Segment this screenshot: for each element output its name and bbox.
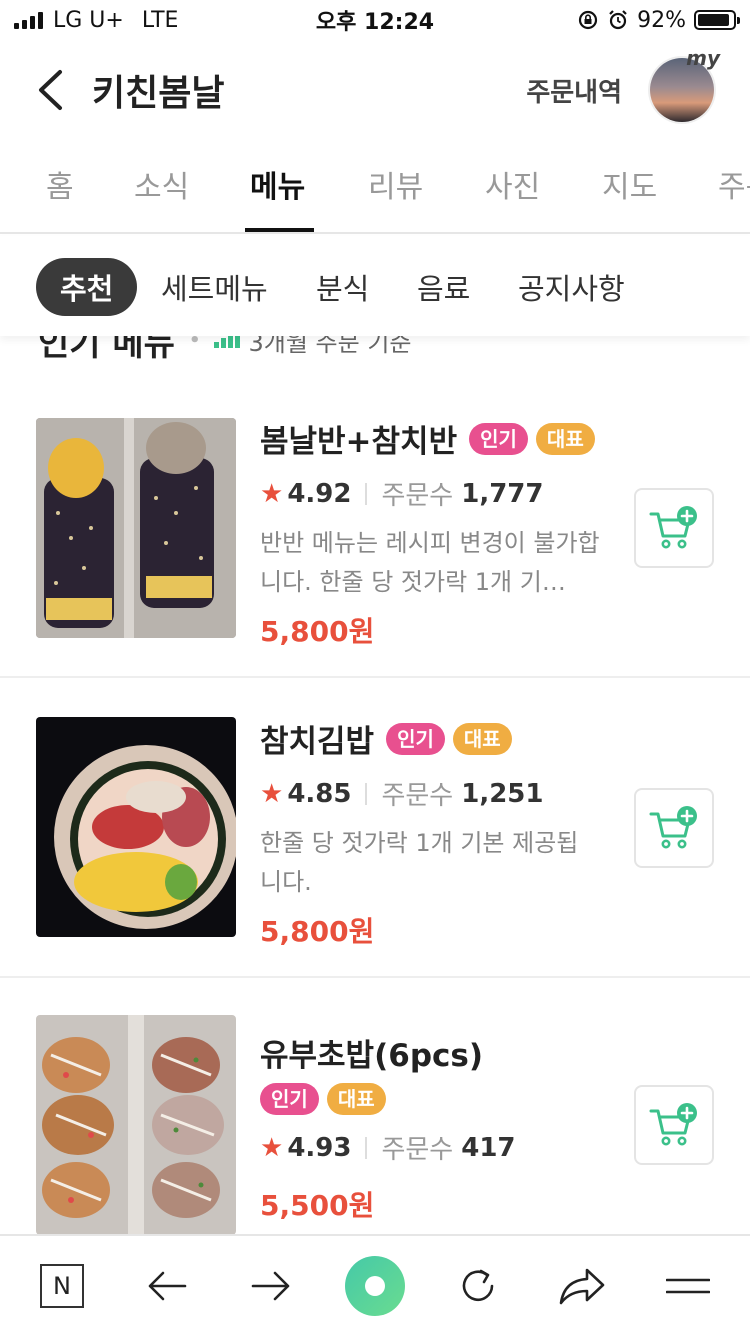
tab-map[interactable]: 지도 xyxy=(602,162,657,206)
menu-info: 유부초밥(6pcs) 인기 대표 ★ 4.93 주문수 417 5,500원 xyxy=(260,1030,600,1224)
back-button[interactable] xyxy=(36,68,66,112)
tab-home[interactable]: 홈 xyxy=(46,162,74,206)
chip-drinks[interactable]: 음료 xyxy=(417,258,470,316)
signal-icon xyxy=(14,11,43,29)
menu-icon xyxy=(666,1278,710,1294)
refresh-icon xyxy=(462,1269,494,1302)
chip-set-menu[interactable]: 세트메뉴 xyxy=(161,258,268,316)
menu-description: 반반 메뉴는 레시피 변경이 불가합니다. 한줄 당 젓가락 1개 기… xyxy=(260,529,600,596)
category-chips: 추천 세트메뉴 분식 음료 공지사항 xyxy=(0,236,750,336)
alarm-icon xyxy=(609,10,627,30)
tab-menu[interactable]: 메뉴 xyxy=(250,162,305,206)
order-history-link[interactable]: 주문내역 xyxy=(526,72,622,109)
menu-photo-yubu-chobap xyxy=(36,1015,236,1235)
star-icon: ★ xyxy=(260,478,284,509)
orders-count: 1,251 xyxy=(461,778,544,809)
orders-label: 주문수 xyxy=(381,481,454,511)
share-button[interactable] xyxy=(552,1256,612,1316)
menu-button[interactable] xyxy=(658,1256,718,1316)
cart-plus-icon xyxy=(649,1103,697,1146)
arrow-right-icon xyxy=(251,1271,290,1301)
star-icon: ★ xyxy=(260,778,284,809)
menu-info: 봄날반+참치반 인기 대표 ★ 4.92 주문수 1,777 반반 메뉴는 레시… xyxy=(260,416,600,650)
badge-popular: 인기 xyxy=(469,422,528,455)
browser-home-button[interactable] xyxy=(345,1256,405,1316)
menu-name: 봄날반+참치반 xyxy=(260,424,458,460)
orders-count: 1,777 xyxy=(461,478,544,509)
rotation-lock-icon xyxy=(578,10,598,30)
chip-notices[interactable]: 공지사항 xyxy=(518,258,625,316)
network-label: LTE xyxy=(141,7,179,33)
app-header: 키친봄날 주문내역 my xyxy=(0,40,750,140)
main-tabs: 홈 소식 메뉴 리뷰 사진 지도 주문 xyxy=(0,140,750,234)
divider xyxy=(365,782,368,805)
badge-popular: 인기 xyxy=(260,1083,319,1115)
cart-plus-icon xyxy=(649,506,697,549)
menu-rating: 4.92 xyxy=(287,478,352,509)
chevron-left-icon xyxy=(39,70,62,110)
tab-order[interactable]: 주문 xyxy=(718,162,750,206)
badge-signature: 대표 xyxy=(535,422,595,455)
add-to-cart-button[interactable] xyxy=(634,788,714,868)
divider xyxy=(365,482,368,505)
menu-info: 참치김밥 인기 대표 ★ 4.85 주문수 1,251 한줄 당 젓가락 1개 … xyxy=(260,716,600,950)
page-title: 키친봄날 xyxy=(92,73,225,114)
avatar[interactable]: my xyxy=(650,46,720,122)
orders-label: 주문수 xyxy=(381,1135,454,1165)
menu-price: 5,800원 xyxy=(260,615,375,648)
cart-plus-icon xyxy=(649,806,697,849)
share-icon xyxy=(559,1268,605,1305)
menu-rating: 4.93 xyxy=(287,1132,352,1163)
browser-toolbar: N xyxy=(0,1234,750,1334)
status-bar: LG U+ LTE 오후 12:24 92% xyxy=(0,0,750,40)
my-badge: my xyxy=(686,46,720,70)
home-circle-icon xyxy=(345,1256,405,1316)
battery-percent: 92% xyxy=(637,7,686,33)
browser-forward-button[interactable] xyxy=(241,1256,301,1316)
tab-active-indicator xyxy=(245,228,314,232)
menu-rating: 4.85 xyxy=(287,778,352,809)
refresh-button[interactable] xyxy=(448,1256,508,1316)
menu-name: 유부초밥(6pcs) xyxy=(260,1038,484,1074)
menu-photo-kimbap-half xyxy=(36,418,236,638)
menu-price: 5,500원 xyxy=(260,1189,375,1222)
star-icon: ★ xyxy=(260,1132,284,1163)
divider xyxy=(365,1136,368,1159)
orders-label: 주문수 xyxy=(381,781,454,811)
menu-name: 참치김밥 xyxy=(260,724,375,760)
badge-popular: 인기 xyxy=(386,722,445,755)
chip-snacks[interactable]: 분식 xyxy=(316,258,369,316)
carrier-label: LG U+ xyxy=(53,7,124,33)
menu-price: 5,800원 xyxy=(260,915,375,948)
naver-n-icon: N xyxy=(40,1264,84,1308)
browser-back-button[interactable] xyxy=(137,1256,197,1316)
tab-photos[interactable]: 사진 xyxy=(485,162,540,206)
naver-home-button[interactable]: N xyxy=(32,1256,92,1316)
tab-news[interactable]: 소식 xyxy=(134,162,189,206)
arrow-left-icon xyxy=(148,1271,187,1301)
chip-recommended[interactable]: 추천 xyxy=(36,258,138,316)
menu-item[interactable]: 참치김밥 인기 대표 ★ 4.85 주문수 1,251 한줄 당 젓가락 1개 … xyxy=(0,678,750,978)
add-to-cart-button[interactable] xyxy=(634,1085,714,1165)
menu-item[interactable]: 봄날반+참치반 인기 대표 ★ 4.92 주문수 1,777 반반 메뉴는 레시… xyxy=(0,378,750,678)
menu-description: 한줄 당 젓가락 1개 기본 제공됩니다. xyxy=(260,829,579,896)
tab-reviews[interactable]: 리뷰 xyxy=(368,162,423,206)
menu-item[interactable]: 유부초밥(6pcs) 인기 대표 ★ 4.93 주문수 417 5,500원 xyxy=(0,978,750,1235)
menu-photo-tuna-kimbap xyxy=(36,717,236,937)
add-to-cart-button[interactable] xyxy=(634,488,714,568)
battery-icon xyxy=(694,10,740,30)
badge-signature: 대표 xyxy=(326,1083,386,1115)
orders-count: 417 xyxy=(461,1132,516,1163)
badge-signature: 대표 xyxy=(452,722,512,755)
